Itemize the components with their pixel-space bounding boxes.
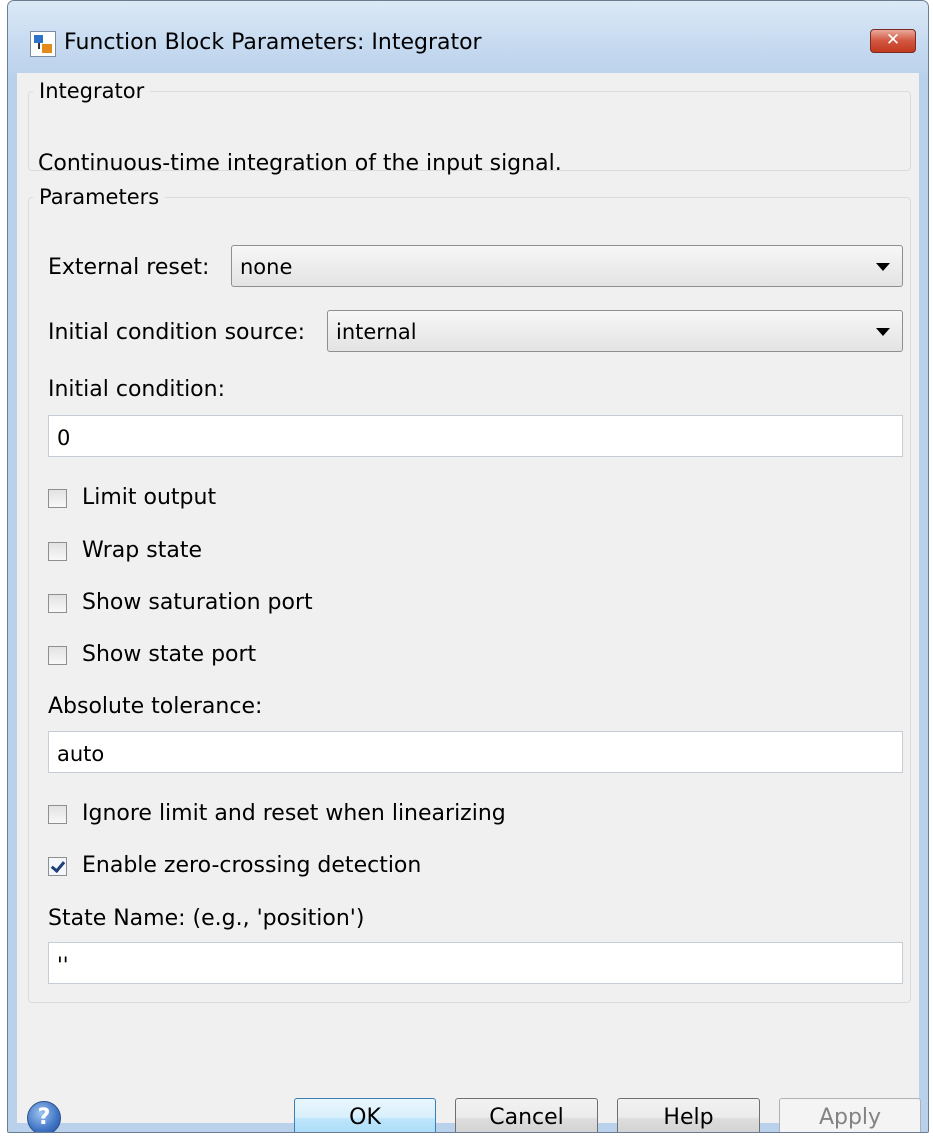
- dialog-window: Function Block Parameters: Integrator ✕ …: [7, 0, 929, 1133]
- state-name-label: State Name: (e.g., 'position'): [48, 906, 365, 931]
- show-state-port-label: Show state port: [82, 642, 257, 667]
- window-title: Function Block Parameters: Integrator: [64, 30, 482, 55]
- title-bar[interactable]: Function Block Parameters: Integrator ✕: [8, 1, 928, 73]
- state-name-input[interactable]: '': [48, 942, 903, 984]
- absolute-tolerance-value: auto: [57, 742, 105, 766]
- initial-condition-label: Initial condition:: [48, 377, 225, 402]
- apply-button[interactable]: Apply: [779, 1098, 921, 1132]
- parameters-group: Parameters External reset: none Initial …: [28, 185, 911, 1003]
- absolute-tolerance-input[interactable]: auto: [48, 731, 903, 773]
- wrap-state-checkbox[interactable]: [48, 542, 67, 561]
- external-reset-value: none: [240, 255, 293, 279]
- description-legend: Integrator: [39, 79, 145, 103]
- show-state-port-checkbox[interactable]: [48, 646, 67, 665]
- close-icon: ✕: [885, 30, 901, 50]
- chevron-down-icon: [876, 328, 890, 336]
- initial-condition-value: 0: [57, 426, 71, 450]
- chevron-down-icon: [876, 263, 890, 271]
- simulink-block-icon: [30, 31, 56, 57]
- absolute-tolerance-label: Absolute tolerance:: [48, 694, 263, 719]
- help-icon[interactable]: ?: [27, 1101, 61, 1132]
- dialog-body: Integrator Continuous-time integration o…: [17, 73, 921, 1132]
- external-reset-label: External reset:: [48, 255, 210, 280]
- checkmark-icon: [50, 857, 66, 874]
- parameters-legend: Parameters: [39, 185, 160, 209]
- initial-condition-input[interactable]: 0: [48, 415, 903, 457]
- show-saturation-port-label: Show saturation port: [82, 590, 313, 615]
- block-description: Continuous-time integration of the input…: [38, 151, 562, 176]
- external-reset-select[interactable]: none: [231, 245, 903, 287]
- initial-condition-source-select[interactable]: internal: [327, 310, 903, 352]
- limit-output-checkbox[interactable]: [48, 489, 67, 508]
- ok-button[interactable]: OK: [294, 1098, 436, 1132]
- ignore-limit-reset-label: Ignore limit and reset when linearizing: [82, 801, 506, 826]
- close-button[interactable]: ✕: [870, 29, 916, 53]
- initial-condition-source-label: Initial condition source:: [48, 320, 306, 345]
- description-group: Integrator Continuous-time integration o…: [28, 79, 911, 176]
- limit-output-label: Limit output: [82, 485, 217, 510]
- zero-crossing-label: Enable zero-crossing detection: [82, 853, 422, 878]
- cancel-button[interactable]: Cancel: [455, 1098, 598, 1132]
- help-button[interactable]: Help: [617, 1098, 760, 1132]
- state-name-value: '': [57, 953, 69, 977]
- wrap-state-label: Wrap state: [82, 538, 202, 563]
- show-saturation-port-checkbox[interactable]: [48, 594, 67, 613]
- initial-condition-source-value: internal: [336, 320, 417, 344]
- zero-crossing-checkbox[interactable]: [48, 857, 67, 876]
- ignore-limit-reset-checkbox[interactable]: [48, 805, 67, 824]
